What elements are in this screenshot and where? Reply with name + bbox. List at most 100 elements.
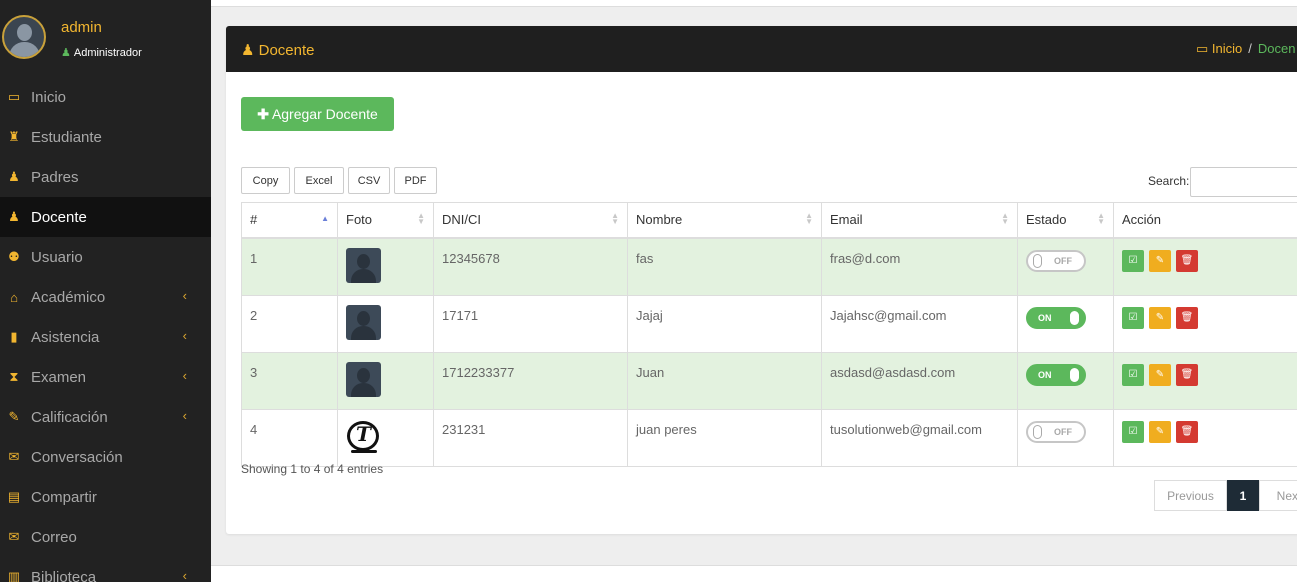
cell-nombre: juan peres	[627, 408, 822, 467]
cell-dni: 12345678	[433, 237, 628, 296]
column-header-nombre[interactable]: Nombre ▲ ▼	[627, 202, 822, 239]
sort-icon: ▲ ▼	[1001, 211, 1009, 226]
sidebar-item-inicio[interactable]: ▭ Inicio	[0, 77, 211, 117]
check-icon[interactable]: ☑	[1122, 249, 1144, 272]
clipboard-icon: ▮	[10, 329, 18, 344]
excel-button[interactable]: Excel	[294, 167, 344, 194]
sidebar: admin ♟ Administrador ▭ Inicio ♜ Estudiante…	[0, 0, 211, 582]
users-icon: ⚉	[8, 249, 20, 264]
table-row: 3 1712233377 Juan asdasd@asdasd.com ON ☑…	[241, 351, 1297, 410]
laptop-icon: ▭	[7, 89, 21, 104]
sidebar-item-usuario[interactable]: ⚉ Usuario	[0, 237, 211, 277]
copy-button[interactable]: Copy	[241, 167, 290, 194]
column-header-estado[interactable]: Estado ▲ ▼	[1017, 202, 1114, 239]
hourglass-icon: ⧗	[9, 369, 19, 384]
envelope-icon: ✉	[8, 449, 20, 464]
cell-num: 2	[241, 294, 338, 353]
sidebar-item-padres[interactable]: ♟ Padres	[0, 157, 211, 197]
avatar	[2, 15, 46, 59]
school-icon: ⌂	[10, 289, 18, 305]
page-title: ♟ Docente	[241, 41, 315, 59]
sidebar-item-correo[interactable]: ✉ Correo	[0, 517, 211, 557]
search-input[interactable]	[1190, 167, 1297, 197]
edit-icon: ✎	[8, 409, 20, 424]
sidebar-item-calificacion[interactable]: ✎ Calificación ‹	[0, 397, 211, 437]
cell-dni: 17171	[433, 294, 628, 353]
edit-icon[interactable]: ✎	[1149, 306, 1171, 329]
cell-dni: 231231	[433, 408, 628, 467]
cell-foto	[337, 351, 434, 410]
docentes-table: # ▲ Foto ▲ ▼ DNI/CI ▲ ▼ Nombre ▲ ▼ Email ▲ ▼ Esta…	[241, 202, 1297, 467]
page-1-button[interactable]: 1	[1227, 480, 1259, 511]
sidebar-item-docente[interactable]: ♟ Docente	[0, 197, 211, 237]
top-navbar	[211, 0, 1297, 7]
teacher-icon: ♟	[8, 209, 20, 224]
column-header-email[interactable]: Email ▲ ▼	[821, 202, 1018, 239]
cell-estado: OFF	[1017, 237, 1114, 296]
cell-email: tusolutionweb@gmail.com	[821, 408, 1018, 467]
table-row: 1 12345678 fas fras@d.com OFF ☑ ✎ 🗑	[241, 237, 1297, 296]
sidebar-menu: ▭ Inicio ♜ Estudiante ♟ Padres ♟ Docente ⚉ Us…	[0, 77, 211, 582]
breadcrumb-home[interactable]: ▭ Inicio	[1196, 41, 1242, 56]
chevron-left-icon: ‹	[182, 408, 187, 423]
trash-icon[interactable]: 🗑	[1176, 363, 1198, 386]
sidebar-item-asistencia[interactable]: ▮ Asistencia ‹	[0, 317, 211, 357]
trash-icon[interactable]: 🗑	[1176, 306, 1198, 329]
status-toggle[interactable]: ON	[1026, 306, 1086, 329]
cell-foto	[337, 294, 434, 353]
cell-nombre: fas	[627, 237, 822, 296]
avatar	[346, 361, 381, 397]
user-role: ♟ Administrador	[61, 46, 142, 59]
check-icon[interactable]: ☑	[1122, 420, 1144, 443]
status-toggle[interactable]: ON	[1026, 363, 1086, 386]
page-title-label: Docente	[258, 42, 315, 59]
footer	[211, 565, 1297, 582]
laptop-icon: ▭	[1196, 41, 1209, 56]
box-header: ♟ Docente ▭ Inicio / Docen	[226, 26, 1297, 72]
trash-icon[interactable]: 🗑	[1176, 420, 1198, 443]
avatar	[346, 304, 381, 340]
trash-icon[interactable]: 🗑	[1176, 249, 1198, 272]
column-header-foto[interactable]: Foto ▲ ▼	[337, 202, 434, 239]
breadcrumb-current: Docen	[1257, 41, 1296, 56]
column-header-accion[interactable]: Acción	[1113, 202, 1297, 239]
csv-button[interactable]: CSV	[348, 167, 390, 194]
check-icon[interactable]: ☑	[1122, 306, 1144, 329]
user-icon: ♟	[61, 47, 71, 59]
check-icon[interactable]: ☑	[1122, 363, 1144, 386]
cell-num: 3	[241, 351, 338, 410]
sidebar-item-compartir[interactable]: ▤ Compartir	[0, 477, 211, 517]
sidebar-item-academico[interactable]: ⌂ Académico ‹	[0, 277, 211, 317]
edit-icon[interactable]: ✎	[1149, 363, 1171, 386]
cell-foto	[337, 237, 434, 296]
sort-icon: ▲ ▼	[611, 211, 619, 226]
edit-icon[interactable]: ✎	[1149, 420, 1171, 443]
sidebar-item-examen[interactable]: ⧗ Examen ‹	[0, 357, 211, 397]
user-name: admin	[61, 19, 102, 36]
previous-page-button[interactable]: Previous	[1154, 480, 1227, 511]
cell-foto: T	[337, 408, 434, 467]
plus-icon: ✚	[257, 105, 269, 122]
column-header-dni[interactable]: DNI/CI ▲ ▼	[433, 202, 628, 239]
table-row: 4 T 231231 juan peres tusolutionweb@gmai…	[241, 408, 1297, 467]
next-page-button[interactable]: Next	[1259, 480, 1297, 511]
sidebar-item-conversacion[interactable]: ✉ Conversación	[0, 437, 211, 477]
pagination: Previous 1 Next	[1154, 480, 1297, 511]
edit-icon[interactable]: ✎	[1149, 249, 1171, 272]
teacher-icon: ♟	[241, 42, 255, 59]
user-panel: admin ♟ Administrador	[0, 0, 211, 77]
cell-accion: ☑ ✎ 🗑	[1113, 408, 1297, 467]
sidebar-item-estudiante[interactable]: ♜ Estudiante	[0, 117, 211, 157]
column-header-num[interactable]: # ▲	[241, 202, 338, 239]
sort-asc-icon: ▲	[321, 214, 329, 223]
status-toggle[interactable]: OFF	[1026, 249, 1086, 272]
status-toggle[interactable]: OFF	[1026, 420, 1086, 443]
sort-icon: ▲ ▼	[805, 211, 813, 226]
sidebar-item-biblioteca[interactable]: ▥ Biblioteca ‹	[0, 557, 211, 582]
books-icon: ▥	[7, 569, 21, 582]
cell-nombre: Jajaj	[627, 294, 822, 353]
add-docente-button[interactable]: ✚ Agregar Docente	[241, 97, 394, 131]
cell-estado: ON	[1017, 294, 1114, 353]
pdf-button[interactable]: PDF	[394, 167, 437, 194]
chevron-left-icon: ‹	[182, 368, 187, 383]
